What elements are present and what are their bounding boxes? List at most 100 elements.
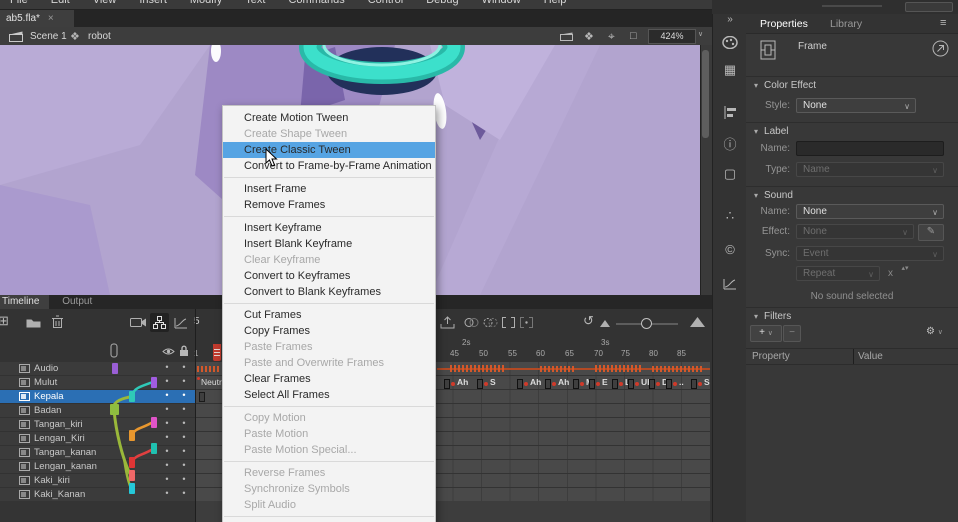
- search-box-remnant[interactable]: [905, 2, 953, 12]
- tab-output[interactable]: Output: [52, 295, 102, 309]
- tab-timeline[interactable]: Timeline: [0, 295, 49, 309]
- ruler-number[interactable]: 75: [621, 349, 630, 358]
- menu-item-create-motion-tween[interactable]: Create Motion Tween: [223, 110, 435, 126]
- menu-control[interactable]: Control: [368, 0, 403, 7]
- section-filters[interactable]: ▾Filters: [754, 311, 791, 322]
- close-icon[interactable]: ×: [48, 13, 54, 24]
- transform-panel-icon[interactable]: ▢: [713, 166, 747, 182]
- ruler-number[interactable]: 85: [677, 349, 686, 358]
- creative-cloud-icon[interactable]: ©: [713, 242, 747, 257]
- menu-item-insert-frame[interactable]: Insert Frame: [223, 181, 435, 197]
- layer-page-icon: [19, 364, 30, 373]
- filter-options-button[interactable]: ⚙ ∨: [926, 326, 943, 337]
- menu-item-create-classic-tween[interactable]: Create Classic Tween: [223, 142, 435, 158]
- onion-skin-icon[interactable]: [464, 317, 479, 328]
- edit-scene-icon[interactable]: [560, 32, 575, 42]
- menu-item-select-all-frames[interactable]: Select All Frames: [223, 387, 435, 403]
- brush-library-icon[interactable]: ∴: [713, 208, 747, 224]
- add-filter-button[interactable]: + ∨: [750, 325, 782, 342]
- center-stage-icon[interactable]: ⌖: [608, 29, 615, 44]
- publish-frames-icon[interactable]: [440, 316, 455, 329]
- section-label[interactable]: ▾Label: [754, 126, 788, 137]
- section-collapse-icon[interactable]: ▾: [754, 81, 758, 90]
- menu-item-cut-frames[interactable]: Cut Frames: [223, 307, 435, 323]
- lock-column-icon[interactable]: [179, 345, 189, 357]
- tab-properties[interactable]: Properties: [760, 18, 808, 30]
- info-panel-icon[interactable]: ⓘ: [713, 134, 747, 153]
- repeat-count-stepper[interactable]: ▴▾: [900, 265, 910, 272]
- menu-view[interactable]: View: [93, 0, 117, 7]
- menu-window[interactable]: Window: [482, 0, 521, 7]
- onion-skin-outlines-icon[interactable]: [483, 317, 498, 328]
- help-icon[interactable]: [932, 40, 949, 57]
- menu-edit[interactable]: Edit: [51, 0, 70, 7]
- breadcrumb-symbol[interactable]: robot: [88, 31, 111, 42]
- align-panel-icon[interactable]: [723, 106, 737, 119]
- menu-modify[interactable]: Modify: [190, 0, 222, 7]
- menu-insert[interactable]: Insert: [139, 0, 167, 7]
- zoom-chevron-icon[interactable]: ∨: [698, 30, 703, 38]
- color-palette-icon[interactable]: [722, 36, 738, 49]
- motion-graph-icon[interactable]: [723, 278, 737, 290]
- breadcrumb-scene[interactable]: Scene 1: [30, 31, 67, 42]
- loop-playback-icon[interactable]: ↺: [583, 313, 594, 329]
- remove-filter-button[interactable]: −: [783, 325, 801, 342]
- ruler-number[interactable]: 70: [594, 349, 603, 358]
- new-layer-icon[interactable]: ⊞: [0, 313, 9, 329]
- camera-icon[interactable]: [130, 317, 146, 328]
- swatches-icon[interactable]: ▦: [713, 62, 747, 78]
- ruler-number[interactable]: 55: [508, 349, 517, 358]
- ruler-number[interactable]: 45: [450, 349, 459, 358]
- document-tab[interactable]: ab5.fla* ×: [0, 10, 74, 27]
- ruler-number[interactable]: 65: [565, 349, 574, 358]
- delete-layer-trash-icon[interactable]: [52, 315, 63, 329]
- menu-item-clear-frames[interactable]: Clear Frames: [223, 371, 435, 387]
- menu-item-convert-to-blank-keyframes[interactable]: Convert to Blank Keyframes: [223, 284, 435, 300]
- plus-icon: +: [759, 327, 765, 338]
- stage-scrollbar-thumb[interactable]: [702, 50, 709, 138]
- style-dropdown[interactable]: None ∨: [796, 98, 916, 113]
- frame-range-icon[interactable]: [520, 317, 533, 328]
- edit-sound-envelope-button[interactable]: ✎: [918, 224, 944, 241]
- ruler-number[interactable]: 50: [479, 349, 488, 358]
- menu-help[interactable]: Help: [544, 0, 567, 7]
- graph-editor-icon[interactable]: [174, 317, 188, 329]
- menu-item-convert-to-keyframes[interactable]: Convert to Keyframes: [223, 268, 435, 284]
- eye-column-icon[interactable]: [162, 347, 175, 356]
- panel-menu-icon[interactable]: ≡: [940, 17, 946, 29]
- edit-symbols-icon[interactable]: ❖: [584, 30, 594, 43]
- menu-item-copy-frames[interactable]: Copy Frames: [223, 323, 435, 339]
- properties-panel-header: Properties Library ≡: [746, 14, 958, 34]
- menu-item-convert-frame-by-frame[interactable]: Convert to Frame-by-Frame Animation ›: [223, 158, 435, 174]
- ruler-number[interactable]: 60: [536, 349, 545, 358]
- sound-name-dropdown[interactable]: None ∨: [796, 204, 944, 219]
- keyframe[interactable]: [199, 392, 205, 402]
- menu-commands[interactable]: Commands: [288, 0, 344, 7]
- section-collapse-icon[interactable]: ▾: [754, 312, 758, 321]
- playhead[interactable]: [213, 344, 221, 361]
- menu-debug[interactable]: Debug: [426, 0, 458, 7]
- menu-item-copy-motion: Copy Motion: [223, 410, 435, 426]
- section-collapse-icon[interactable]: ▾: [754, 191, 758, 200]
- menu-file[interactable]: File: [10, 0, 28, 7]
- menu-item-insert-keyframe[interactable]: Insert Keyframe: [223, 220, 435, 236]
- timeline-panel-divider[interactable]: [195, 309, 196, 522]
- menu-item-insert-blank-keyframe[interactable]: Insert Blank Keyframe: [223, 236, 435, 252]
- edit-multiple-frames-icon[interactable]: [502, 317, 515, 328]
- section-sound[interactable]: ▾Sound: [754, 190, 793, 201]
- section-color-effect[interactable]: ▾Color Effect: [754, 80, 816, 91]
- timeline-zoom-knob[interactable]: [641, 318, 652, 329]
- section-collapse-icon[interactable]: ▾: [754, 127, 758, 136]
- clip-content-icon[interactable]: □: [630, 30, 637, 42]
- audio-waveform: [652, 366, 702, 372]
- ruler-number[interactable]: 80: [649, 349, 658, 358]
- menu-item-remove-frames[interactable]: Remove Frames: [223, 197, 435, 213]
- frame-name-input[interactable]: [796, 141, 944, 156]
- zoom-out-timeline-icon[interactable]: [600, 320, 610, 327]
- menu-text[interactable]: Text: [245, 0, 265, 7]
- zoom-level-input[interactable]: 424%: [648, 29, 696, 44]
- new-folder-icon[interactable]: [26, 317, 41, 328]
- tab-library[interactable]: Library: [830, 18, 862, 30]
- zoom-in-timeline-icon[interactable]: [690, 317, 705, 327]
- collapse-panels-icon[interactable]: »: [713, 14, 747, 25]
